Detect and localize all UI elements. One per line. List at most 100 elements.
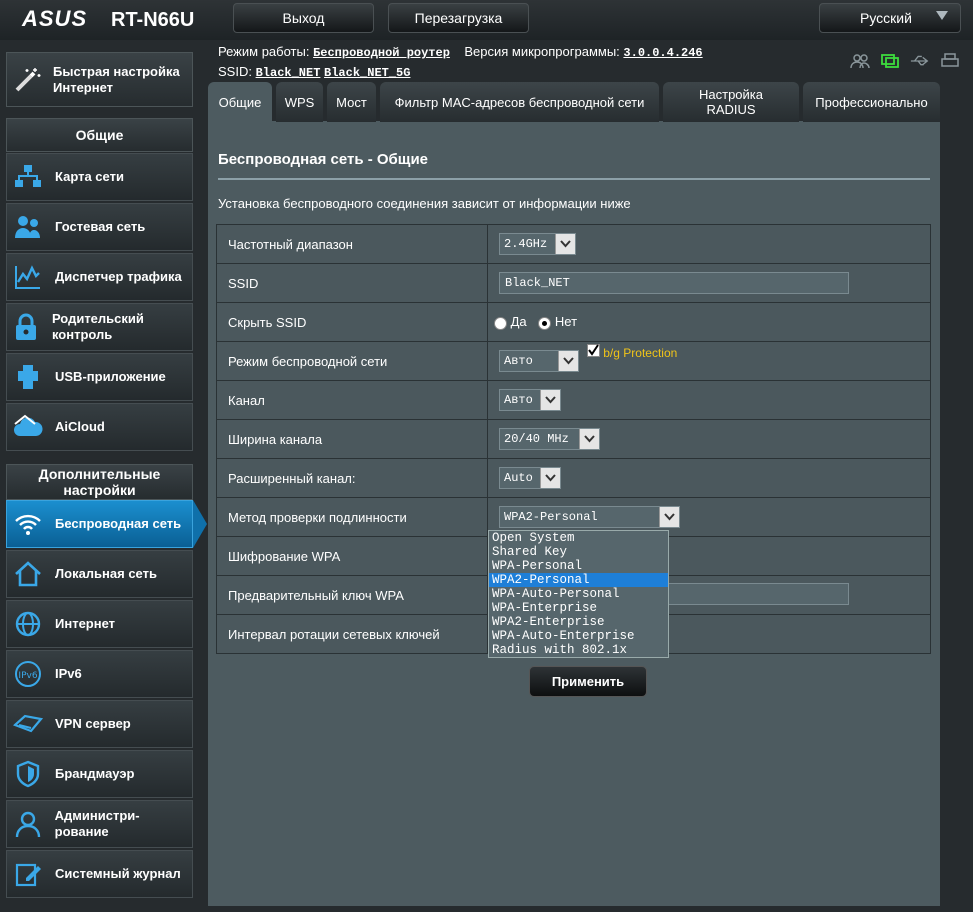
sidebar-item-firewall[interactable]: Брандмауэр <box>6 750 193 798</box>
wireless-mode-select[interactable]: Авто <box>499 350 579 372</box>
chevron-down-icon <box>579 429 599 449</box>
advanced-section-header: Дополнительные настройки <box>6 464 193 500</box>
table-row: Канал Авто <box>216 380 931 420</box>
dropdown-option[interactable]: WPA-Personal <box>489 559 668 573</box>
dropdown-option[interactable]: WPA2-Enterprise <box>489 615 668 629</box>
ssid-5g-link[interactable]: Black_NET_5G <box>324 66 410 80</box>
printer-status-icon[interactable] <box>940 53 960 69</box>
ssid-input[interactable]: Black_NET <box>499 272 849 294</box>
asus-logo: ASUS <box>22 6 88 31</box>
internet-icon <box>13 609 43 639</box>
table-row: Расширенный канал: Auto <box>216 458 931 498</box>
tab-professional[interactable]: Профессионально <box>803 82 940 122</box>
sidebar-item-label: VPN сервер <box>55 716 131 731</box>
internet-status-icon[interactable] <box>880 53 900 69</box>
sidebar-item-usb-app[interactable]: USB-приложение <box>6 353 193 401</box>
sidebar-item-lan[interactable]: Локальная сеть <box>6 550 193 598</box>
dropdown-option[interactable]: Shared Key <box>489 545 668 559</box>
ext-channel-select[interactable]: Auto <box>499 467 561 489</box>
clients-icon[interactable] <box>850 53 870 69</box>
bg-protection-checkbox[interactable] <box>586 344 600 357</box>
wireless-mode-label: Режим беспроводной сети <box>216 341 488 381</box>
band-value: 2.4GHz <box>504 237 548 251</box>
sidebar-item-administration[interactable]: Администри-рование <box>6 800 193 848</box>
hide-ssid-no-label: Нет <box>554 314 578 330</box>
channel-select[interactable]: Авто <box>499 389 561 411</box>
table-row: Частотный диапазон 2.4GHz <box>216 224 931 264</box>
sidebar-item-parental-control[interactable]: Родительский контроль <box>6 303 193 351</box>
guest-network-icon <box>13 212 43 242</box>
sidebar-item-wireless[interactable]: Беспроводная сеть <box>6 500 193 548</box>
status-icons <box>850 53 960 69</box>
dropdown-option[interactable]: Open System <box>489 531 668 545</box>
mode-label: Режим работы: <box>218 44 310 59</box>
dropdown-option[interactable]: Radius with 802.1x <box>489 643 668 657</box>
auth-method-select[interactable]: WPA2-Personal <box>499 506 680 528</box>
dropdown-option[interactable]: WPA-Auto-Personal <box>489 587 668 601</box>
sidebar-item-label: Гостевая сеть <box>55 219 146 234</box>
tab-radius[interactable]: Настройка RADIUS <box>663 82 799 122</box>
svg-text:IPv6: IPv6 <box>18 671 37 681</box>
chevron-down-icon <box>659 507 679 527</box>
bg-protection-label: b/g Protection <box>603 346 678 360</box>
table-row: Режим беспроводной сети Авто b/g Protect… <box>216 341 931 381</box>
title-divider <box>218 178 930 180</box>
reboot-button[interactable]: Перезагрузка <box>388 3 529 33</box>
sidebar-item-label: AiCloud <box>55 419 105 434</box>
bandwidth-label: Ширина канала <box>216 419 488 459</box>
sidebar-item-aicloud[interactable]: AiCloud <box>6 403 193 451</box>
apply-button[interactable]: Применить <box>529 666 647 697</box>
ssid-label: SSID: <box>218 64 252 79</box>
hide-ssid-no-radio[interactable] <box>538 316 552 330</box>
sidebar-item-label: Брандмауэр <box>55 766 135 781</box>
parental-control-icon <box>13 312 40 342</box>
sidebar-item-label: USB-приложение <box>55 369 166 384</box>
vpn-icon <box>13 709 43 739</box>
hide-ssid-yes-radio[interactable] <box>494 316 507 330</box>
ssid-24-link[interactable]: Black_NET <box>256 66 321 80</box>
bandwidth-value: 20/40 MHz <box>504 432 569 446</box>
sidebar-item-label: Локальная сеть <box>55 566 157 581</box>
system-log-icon <box>13 859 43 889</box>
tab-wps[interactable]: WPS <box>276 82 323 122</box>
sidebar-item-label: Родительский контроль <box>51 311 144 342</box>
logout-button[interactable]: Выход <box>233 3 374 33</box>
firewall-icon <box>13 759 43 789</box>
page-title: Беспроводная сеть - Общие <box>218 151 429 168</box>
sidebar-item-guest-network[interactable]: Гостевая сеть <box>6 203 193 251</box>
sidebar-item-traffic-manager[interactable]: Диспетчер трафика <box>6 253 193 301</box>
sidebar-item-vpn[interactable]: VPN сервер <box>6 700 193 748</box>
sidebar-item-network-map[interactable]: Карта сети <box>6 153 193 201</box>
tab-general[interactable]: Общие <box>208 82 272 122</box>
table-row: Ширина канала 20/40 MHz <box>216 419 931 459</box>
usb-status-icon[interactable] <box>910 53 930 69</box>
firmware-label: Версия микропрограммы: <box>464 44 620 59</box>
wireless-mode-value: Авто <box>504 354 533 368</box>
table-row: SSID Black_NET <box>216 263 931 303</box>
tab-mac-filter[interactable]: Фильтр MAC-адресов беспроводной сети <box>380 82 659 122</box>
ext-channel-value: Auto <box>504 471 533 485</box>
quick-setup-label: Быстрая настройка Интернет <box>53 63 180 95</box>
sidebar-item-ipv6[interactable]: IPv6 IPv6 <box>6 650 193 698</box>
dropdown-option[interactable]: WPA-Enterprise <box>489 601 668 615</box>
band-select[interactable]: 2.4GHz <box>499 233 576 255</box>
wireless-icon <box>13 509 43 539</box>
page-description: Установка беспроводного соединения завис… <box>218 196 631 211</box>
ipv6-icon: IPv6 <box>13 659 43 689</box>
sidebar-item-system-log[interactable]: Системный журнал <box>6 850 193 898</box>
chevron-down-icon <box>540 468 560 488</box>
dropdown-option-selected[interactable]: WPA2-Personal <box>489 573 668 587</box>
wpa-key-label: Предварительный ключ WPA <box>216 575 488 615</box>
bandwidth-select[interactable]: 20/40 MHz <box>499 428 600 450</box>
sidebar-item-internet[interactable]: Интернет <box>6 600 193 648</box>
lan-icon <box>13 559 43 589</box>
quick-setup-button[interactable]: Быстрая настройка Интернет <box>6 52 193 107</box>
key-rotation-label: Интервал ротации сетевых ключей <box>216 614 488 654</box>
language-select[interactable]: Русский <box>819 3 961 33</box>
mode-value-link[interactable]: Беспроводной роутер <box>313 46 450 60</box>
firmware-value-link[interactable]: 3.0.0.4.246 <box>623 46 702 60</box>
ssid-line: SSID: Black_NET Black_NET_5G <box>218 64 410 80</box>
tab-bridge[interactable]: Мост <box>327 82 376 122</box>
ext-channel-label: Расширенный канал: <box>216 458 488 498</box>
dropdown-option[interactable]: WPA-Auto-Enterprise <box>489 629 668 643</box>
